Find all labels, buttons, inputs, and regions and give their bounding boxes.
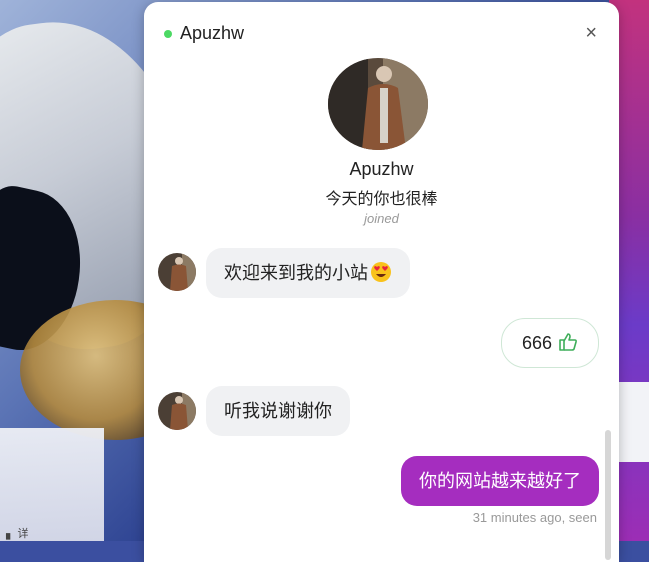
profile-bio: 今天的你也很棒: [325, 191, 438, 208]
message-text: 666: [521, 333, 552, 353]
online-status-dot: [164, 30, 172, 38]
background-bottom-text: ▖ 详: [6, 528, 29, 540]
message-text: 你的网站越来越好了: [419, 471, 581, 491]
message-meta: 31 minutes ago, seen: [472, 510, 597, 525]
message-bubble-outgoing: 666: [500, 318, 599, 368]
chat-header: Apuzhw ×: [144, 2, 619, 64]
message-bubble-outgoing: 你的网站越来越好了: [401, 456, 599, 506]
message-text: 欢迎来到我的小站: [224, 263, 368, 283]
profile-name: Apuzhw: [349, 159, 414, 179]
sender-avatar[interactable]: [158, 253, 196, 291]
message-bubble-incoming: 欢迎来到我的小站: [206, 248, 410, 298]
close-icon[interactable]: ×: [585, 23, 597, 43]
background-right-card: [619, 382, 649, 462]
thumbs-up-icon: [558, 322, 578, 351]
sender-avatar[interactable]: [158, 392, 196, 430]
chat-title: Apuzhw: [180, 23, 245, 43]
message-bubble-incoming: 听我说谢谢你: [206, 386, 350, 436]
heart-eyes-emoji: [370, 252, 392, 282]
chat-window: Apuzhw × Apuzhw 今天的你也很棒 joined 欢迎来到我的小站 …: [144, 2, 619, 562]
profile-avatar[interactable]: [328, 58, 428, 150]
joined-label: joined: [364, 211, 399, 226]
message-text: 听我说谢谢你: [224, 401, 332, 421]
